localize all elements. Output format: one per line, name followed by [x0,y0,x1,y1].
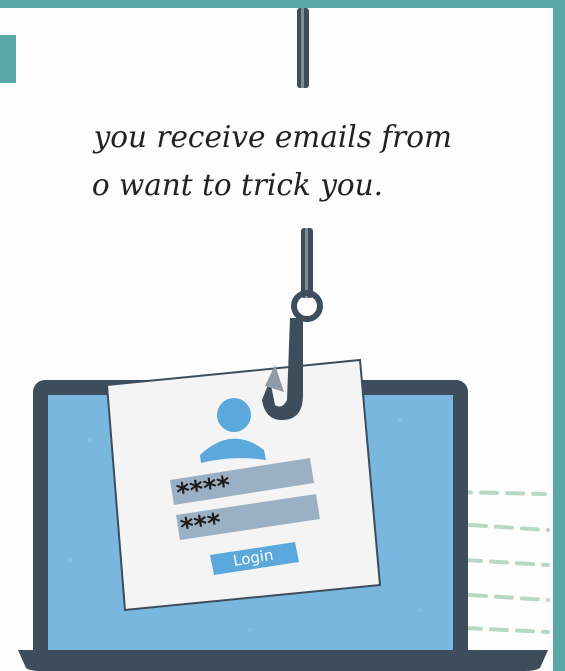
motion-lines [453,490,550,634]
password-mask-2: *** [178,508,223,544]
login-card: **** *** Login [105,358,382,612]
phishing-illustration: **** *** Login [18,8,550,671]
